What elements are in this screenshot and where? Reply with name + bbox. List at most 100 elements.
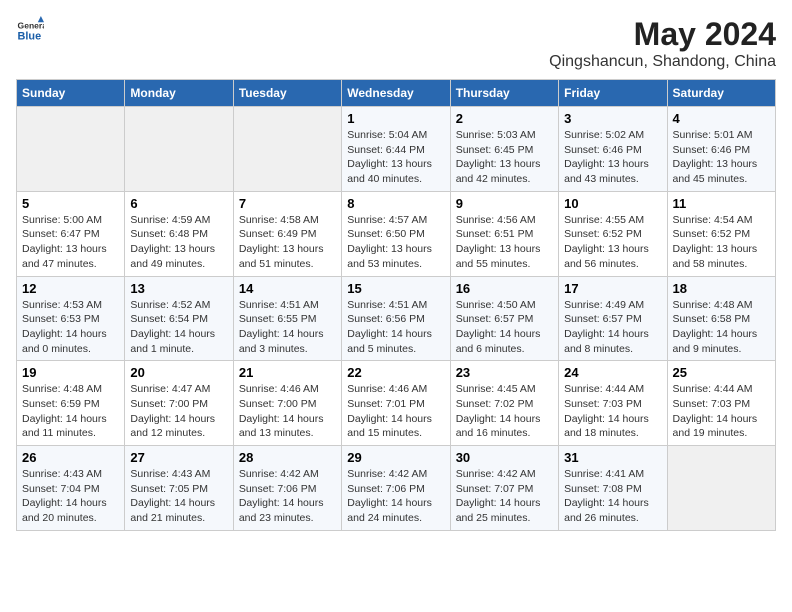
- calendar-cell: 2 Sunrise: 5:03 AM Sunset: 6:45 PM Daylig…: [450, 107, 558, 192]
- calendar-table: SundayMondayTuesdayWednesdayThursdayFrid…: [16, 79, 776, 531]
- calendar-cell: 27 Sunrise: 4:43 AM Sunset: 7:05 PM Dayli…: [125, 446, 233, 531]
- title-section: May 2024 Qingshancun, Shandong, China: [549, 16, 776, 71]
- day-info: Sunrise: 4:42 AM Sunset: 7:06 PM Dayligh…: [239, 467, 336, 526]
- day-number: 7: [239, 196, 336, 211]
- day-number: 21: [239, 365, 336, 380]
- calendar-cell: 13Sunrise: 4:52 AM Sunset: 6:54 PM Dayli…: [125, 276, 233, 361]
- calendar-cell: 19Sunrise: 4:48 AM Sunset: 6:59 PM Dayli…: [17, 361, 125, 446]
- day-info: Sunrise: 4:55 AM Sunset: 6:52 PM Dayligh…: [564, 213, 661, 272]
- day-header-monday: Monday: [125, 80, 233, 107]
- logo: General Blue: [16, 16, 44, 44]
- day-number: 30: [456, 450, 553, 465]
- day-info: Sunrise: 4:44 AM Sunset: 7:03 PM Dayligh…: [673, 382, 770, 441]
- day-info: Sunrise: 4:59 AM Sunset: 6:48 PM Dayligh…: [130, 213, 227, 272]
- svg-text:Blue: Blue: [18, 30, 42, 42]
- calendar-cell: 1 Sunrise: 5:04 AM Sunset: 6:44 PM Daylig…: [342, 107, 450, 192]
- calendar-cell: 14Sunrise: 4:51 AM Sunset: 6:55 PM Dayli…: [233, 276, 341, 361]
- day-info: Sunrise: 4:49 AM Sunset: 6:57 PM Dayligh…: [564, 298, 661, 357]
- day-info: Sunrise: 4:45 AM Sunset: 7:02 PM Dayligh…: [456, 382, 553, 441]
- day-number: 24: [564, 365, 661, 380]
- day-header-wednesday: Wednesday: [342, 80, 450, 107]
- day-info: Sunrise: 4:44 AM Sunset: 7:03 PM Dayligh…: [564, 382, 661, 441]
- day-header-tuesday: Tuesday: [233, 80, 341, 107]
- week-row-4: 19Sunrise: 4:48 AM Sunset: 6:59 PM Dayli…: [17, 361, 776, 446]
- day-info: Sunrise: 4:41 AM Sunset: 7:08 PM Dayligh…: [564, 467, 661, 526]
- day-number: 31: [564, 450, 661, 465]
- day-info: Sunrise: 5:02 AM Sunset: 6:46 PM Dayligh…: [564, 128, 661, 187]
- week-row-3: 12 Sunrise: 4:53 AM Sunset: 6:53 PM Dayli…: [17, 276, 776, 361]
- day-info: Sunrise: 4:43 AM Sunset: 7:04 PM Dayligh…: [22, 467, 119, 526]
- calendar-cell: 9 Sunrise: 4:56 AM Sunset: 6:51 PM Daylig…: [450, 191, 558, 276]
- day-number: 29: [347, 450, 444, 465]
- day-headers-row: SundayMondayTuesdayWednesdayThursdayFrid…: [17, 80, 776, 107]
- day-info: Sunrise: 4:56 AM Sunset: 6:51 PM Dayligh…: [456, 213, 553, 272]
- day-info: Sunrise: 4:57 AM Sunset: 6:50 PM Dayligh…: [347, 213, 444, 272]
- subtitle: Qingshancun, Shandong, China: [549, 53, 776, 71]
- day-number: 25: [673, 365, 770, 380]
- day-number: 14: [239, 281, 336, 296]
- week-row-1: 1 Sunrise: 5:04 AM Sunset: 6:44 PM Daylig…: [17, 107, 776, 192]
- day-number: 9: [456, 196, 553, 211]
- day-number: 10: [564, 196, 661, 211]
- day-number: 15: [347, 281, 444, 296]
- day-info: Sunrise: 5:03 AM Sunset: 6:45 PM Dayligh…: [456, 128, 553, 187]
- day-number: 1: [347, 111, 444, 126]
- calendar-cell: 28Sunrise: 4:42 AM Sunset: 7:06 PM Dayli…: [233, 446, 341, 531]
- day-number: 16: [456, 281, 553, 296]
- day-info: Sunrise: 4:46 AM Sunset: 7:01 PM Dayligh…: [347, 382, 444, 441]
- day-info: Sunrise: 5:04 AM Sunset: 6:44 PM Dayligh…: [347, 128, 444, 187]
- calendar-cell: 21 Sunrise: 4:46 AM Sunset: 7:00 PM Dayli…: [233, 361, 341, 446]
- day-number: 27: [130, 450, 227, 465]
- day-number: 2: [456, 111, 553, 126]
- day-info: Sunrise: 4:46 AM Sunset: 7:00 PM Dayligh…: [239, 382, 336, 441]
- day-info: Sunrise: 4:53 AM Sunset: 6:53 PM Dayligh…: [22, 298, 119, 357]
- day-number: 18: [673, 281, 770, 296]
- day-number: 5: [22, 196, 119, 211]
- day-header-sunday: Sunday: [17, 80, 125, 107]
- calendar-cell: 11Sunrise: 4:54 AM Sunset: 6:52 PM Dayli…: [667, 191, 775, 276]
- calendar-cell: 30 Sunrise: 4:42 AM Sunset: 7:07 PM Dayli…: [450, 446, 558, 531]
- calendar-cell: 25 Sunrise: 4:44 AM Sunset: 7:03 PM Dayli…: [667, 361, 775, 446]
- calendar-cell: 31 Sunrise: 4:41 AM Sunset: 7:08 PM Dayli…: [559, 446, 667, 531]
- calendar-cell: 6 Sunrise: 4:59 AM Sunset: 6:48 PM Daylig…: [125, 191, 233, 276]
- calendar-cell: 5Sunrise: 5:00 AM Sunset: 6:47 PM Daylig…: [17, 191, 125, 276]
- calendar-cell: 8Sunrise: 4:57 AM Sunset: 6:50 PM Daylig…: [342, 191, 450, 276]
- day-info: Sunrise: 4:58 AM Sunset: 6:49 PM Dayligh…: [239, 213, 336, 272]
- day-number: 19: [22, 365, 119, 380]
- day-info: Sunrise: 4:42 AM Sunset: 7:07 PM Dayligh…: [456, 467, 553, 526]
- day-info: Sunrise: 5:01 AM Sunset: 6:46 PM Dayligh…: [673, 128, 770, 187]
- day-number: 12: [22, 281, 119, 296]
- main-title: May 2024: [549, 16, 776, 53]
- day-header-friday: Friday: [559, 80, 667, 107]
- day-number: 20: [130, 365, 227, 380]
- calendar-cell: 18 Sunrise: 4:48 AM Sunset: 6:58 PM Dayli…: [667, 276, 775, 361]
- day-info: Sunrise: 4:50 AM Sunset: 6:57 PM Dayligh…: [456, 298, 553, 357]
- logo-icon: General Blue: [16, 16, 44, 44]
- calendar-cell: 24 Sunrise: 4:44 AM Sunset: 7:03 PM Dayli…: [559, 361, 667, 446]
- day-header-saturday: Saturday: [667, 80, 775, 107]
- calendar-cell: 4Sunrise: 5:01 AM Sunset: 6:46 PM Daylig…: [667, 107, 775, 192]
- calendar-cell: 10 Sunrise: 4:55 AM Sunset: 6:52 PM Dayli…: [559, 191, 667, 276]
- calendar-cell: [233, 107, 341, 192]
- day-info: Sunrise: 4:43 AM Sunset: 7:05 PM Dayligh…: [130, 467, 227, 526]
- day-number: 23: [456, 365, 553, 380]
- day-info: Sunrise: 4:47 AM Sunset: 7:00 PM Dayligh…: [130, 382, 227, 441]
- calendar-cell: 16 Sunrise: 4:50 AM Sunset: 6:57 PM Dayli…: [450, 276, 558, 361]
- calendar-cell: [125, 107, 233, 192]
- page-header: General Blue May 2024 Qingshancun, Shand…: [16, 16, 776, 71]
- calendar-cell: 17 Sunrise: 4:49 AM Sunset: 6:57 PM Dayli…: [559, 276, 667, 361]
- day-header-thursday: Thursday: [450, 80, 558, 107]
- calendar-cell: 26Sunrise: 4:43 AM Sunset: 7:04 PM Dayli…: [17, 446, 125, 531]
- day-number: 17: [564, 281, 661, 296]
- day-info: Sunrise: 4:51 AM Sunset: 6:56 PM Dayligh…: [347, 298, 444, 357]
- calendar-cell: 22Sunrise: 4:46 AM Sunset: 7:01 PM Dayli…: [342, 361, 450, 446]
- day-number: 3: [564, 111, 661, 126]
- day-info: Sunrise: 4:48 AM Sunset: 6:58 PM Dayligh…: [673, 298, 770, 357]
- calendar-cell: 7 Sunrise: 4:58 AM Sunset: 6:49 PM Daylig…: [233, 191, 341, 276]
- calendar-cell: 29 Sunrise: 4:42 AM Sunset: 7:06 PM Dayli…: [342, 446, 450, 531]
- day-number: 6: [130, 196, 227, 211]
- day-info: Sunrise: 4:42 AM Sunset: 7:06 PM Dayligh…: [347, 467, 444, 526]
- day-info: Sunrise: 4:52 AM Sunset: 6:54 PM Dayligh…: [130, 298, 227, 357]
- week-row-5: 26Sunrise: 4:43 AM Sunset: 7:04 PM Dayli…: [17, 446, 776, 531]
- day-info: Sunrise: 4:54 AM Sunset: 6:52 PM Dayligh…: [673, 213, 770, 272]
